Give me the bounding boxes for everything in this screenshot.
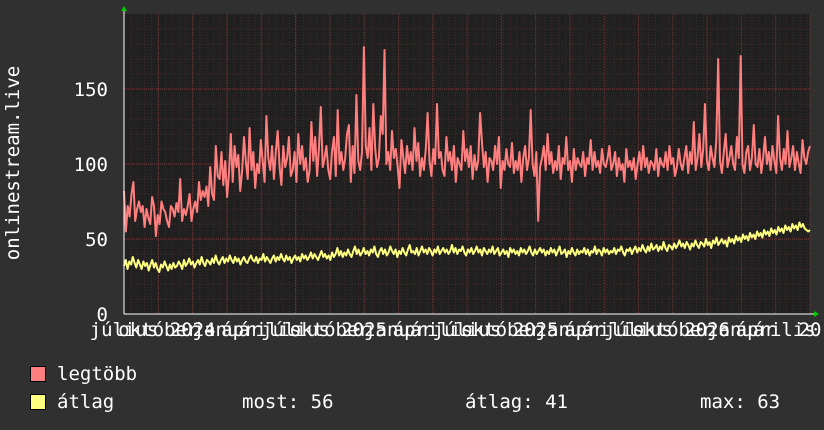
y-tick-labels: 050100150 bbox=[74, 79, 108, 326]
stat-max: max: 63 bbox=[700, 391, 781, 413]
y-axis-label: onlinestream.live bbox=[2, 66, 24, 260]
stat-current: most: 56 bbox=[242, 391, 334, 413]
legend-swatch-avg bbox=[30, 394, 46, 410]
x-tick-labels: júliusoktóber2024januáráprilisjúliusoktó… bbox=[90, 319, 822, 341]
x-axis-arrow bbox=[814, 311, 819, 317]
y-tick-label: 100 bbox=[74, 154, 108, 176]
stat-average: átlag: 41 bbox=[465, 391, 568, 413]
legend-swatch-max bbox=[30, 366, 46, 382]
y-tick-label: 50 bbox=[85, 229, 108, 251]
chart: 050100150 júliusoktóber2024januáráprilis… bbox=[2, 6, 822, 341]
x-tick-label: 20 bbox=[799, 319, 822, 341]
legend-label-max: legtöbb bbox=[57, 363, 138, 385]
legend-item-avg: átlag most: 56 átlag: 41 max: 63 bbox=[30, 391, 810, 413]
legend-label-avg: átlag bbox=[57, 391, 115, 413]
y-axis-arrow bbox=[121, 6, 127, 11]
y-tick-label: 150 bbox=[74, 79, 108, 101]
